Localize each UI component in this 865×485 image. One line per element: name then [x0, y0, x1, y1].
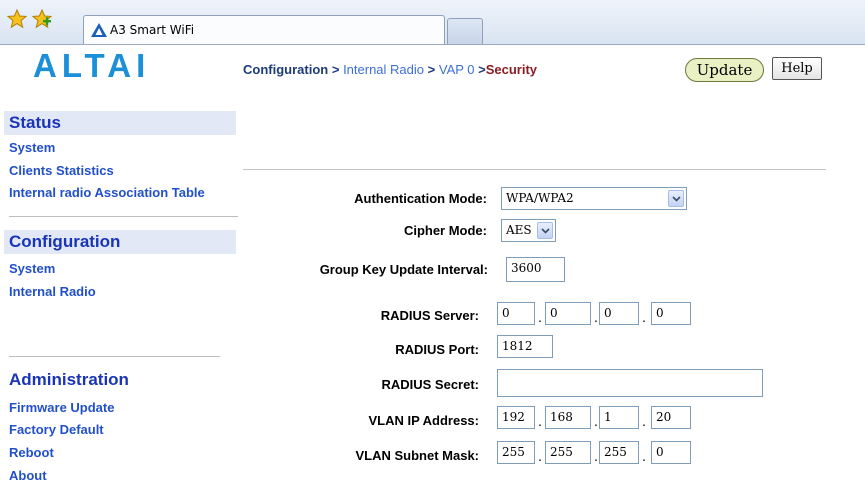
vlan-mask-octet-3[interactable]: 255: [599, 441, 639, 464]
logo-text: ALTAI: [33, 53, 150, 79]
vlan-mask-octet-4[interactable]: 0: [651, 441, 691, 464]
vlan-mask-octet-1[interactable]: 255: [497, 441, 535, 464]
radius-secret-label: RADIUS Secret:: [381, 377, 479, 392]
octet-separator: .: [594, 448, 598, 464]
sidebar-section-configuration: Configuration: [4, 230, 236, 254]
update-button[interactable]: Update: [685, 58, 764, 82]
vlan-ip-label: VLAN IP Address:: [368, 413, 479, 428]
sidebar-item-config-system[interactable]: System: [9, 261, 55, 276]
auth-mode-select[interactable]: WPA/WPA2: [501, 187, 687, 210]
new-tab-button[interactable]: [447, 18, 483, 44]
sidebar-item-association-table[interactable]: Internal radio Association Table: [9, 185, 205, 200]
sidebar-item-factory-default[interactable]: Factory Default: [9, 422, 104, 437]
radius-server-label: RADIUS Server:: [380, 308, 479, 323]
breadcrumb-separator: >: [331, 62, 340, 77]
breadcrumb-internal-radio[interactable]: Internal Radio: [343, 62, 424, 77]
radius-secret-input[interactable]: [497, 369, 763, 397]
breadcrumb-configuration[interactable]: Configuration: [243, 62, 328, 77]
browser-tab-strip: A3 Smart WiFi: [0, 0, 865, 45]
sidebar-item-firmware-update[interactable]: Firmware Update: [9, 400, 114, 415]
vlan-ip-octet-2[interactable]: 168: [545, 406, 591, 429]
chevron-down-icon[interactable]: [668, 190, 684, 207]
sidebar-item-clients-statistics[interactable]: Clients Statistics: [9, 163, 114, 178]
bookmark-star-icon[interactable]: [7, 9, 27, 29]
octet-separator: .: [594, 309, 598, 325]
octet-separator: .: [538, 413, 542, 429]
octet-separator: .: [538, 309, 542, 325]
group-key-input[interactable]: 3600: [506, 257, 565, 282]
content-divider: [243, 169, 826, 170]
sidebar-item-reboot[interactable]: Reboot: [9, 445, 54, 460]
sidebar-section-status: Status: [4, 111, 236, 135]
radius-port-label: RADIUS Port:: [395, 342, 479, 357]
chevron-down-icon[interactable]: [537, 222, 553, 239]
vlan-ip-octet-3[interactable]: 1: [599, 406, 639, 429]
auth-mode-label: Authentication Mode:: [354, 191, 487, 206]
browser-tab[interactable]: A3 Smart WiFi: [83, 15, 445, 44]
vlan-ip-octet-4[interactable]: 20: [651, 406, 691, 429]
help-button[interactable]: Help: [772, 57, 822, 80]
radius-server-octet-4[interactable]: 0: [651, 302, 691, 325]
tab-title: A3 Smart WiFi: [110, 23, 195, 37]
breadcrumb-current: Security: [485, 62, 538, 77]
vlan-mask-label: VLAN Subnet Mask:: [355, 448, 479, 463]
vlan-mask-octet-2[interactable]: 255: [545, 441, 591, 464]
site-favicon-icon: [91, 23, 107, 37]
sidebar-divider: [9, 356, 220, 357]
octet-separator: .: [642, 309, 646, 325]
octet-separator: .: [594, 413, 598, 429]
group-key-label: Group Key Update Interval:: [319, 262, 488, 277]
auth-mode-value: WPA/WPA2: [506, 191, 574, 205]
cipher-mode-value: AES: [506, 223, 532, 237]
cipher-mode-label: Cipher Mode:: [403, 223, 487, 238]
breadcrumb: Configuration > Internal Radio > VAP 0 >…: [243, 62, 537, 77]
breadcrumb-vap[interactable]: VAP 0: [439, 62, 475, 77]
radius-server-octet-2[interactable]: 0: [545, 302, 591, 325]
sidebar-item-about[interactable]: About: [9, 468, 47, 483]
octet-separator: .: [538, 448, 542, 464]
radius-server-octet-1[interactable]: 0: [497, 302, 535, 325]
add-bookmark-star-icon[interactable]: [32, 9, 52, 29]
sidebar-item-internal-radio[interactable]: Internal Radio: [9, 284, 96, 299]
breadcrumb-separator: >: [427, 62, 436, 77]
cipher-mode-select[interactable]: AES: [501, 219, 556, 242]
sidebar-item-status-system[interactable]: System: [9, 140, 55, 155]
octet-separator: .: [642, 413, 646, 429]
radius-server-octet-3[interactable]: 0: [599, 302, 639, 325]
breadcrumb-separator: >: [478, 62, 486, 77]
sidebar-section-administration: Administration: [9, 370, 129, 389]
octet-separator: .: [642, 448, 646, 464]
vlan-ip-octet-1[interactable]: 192: [497, 406, 535, 429]
altai-logo: ALTAI: [33, 53, 150, 79]
radius-port-input[interactable]: 1812: [497, 335, 553, 358]
sidebar-divider: [9, 216, 238, 217]
